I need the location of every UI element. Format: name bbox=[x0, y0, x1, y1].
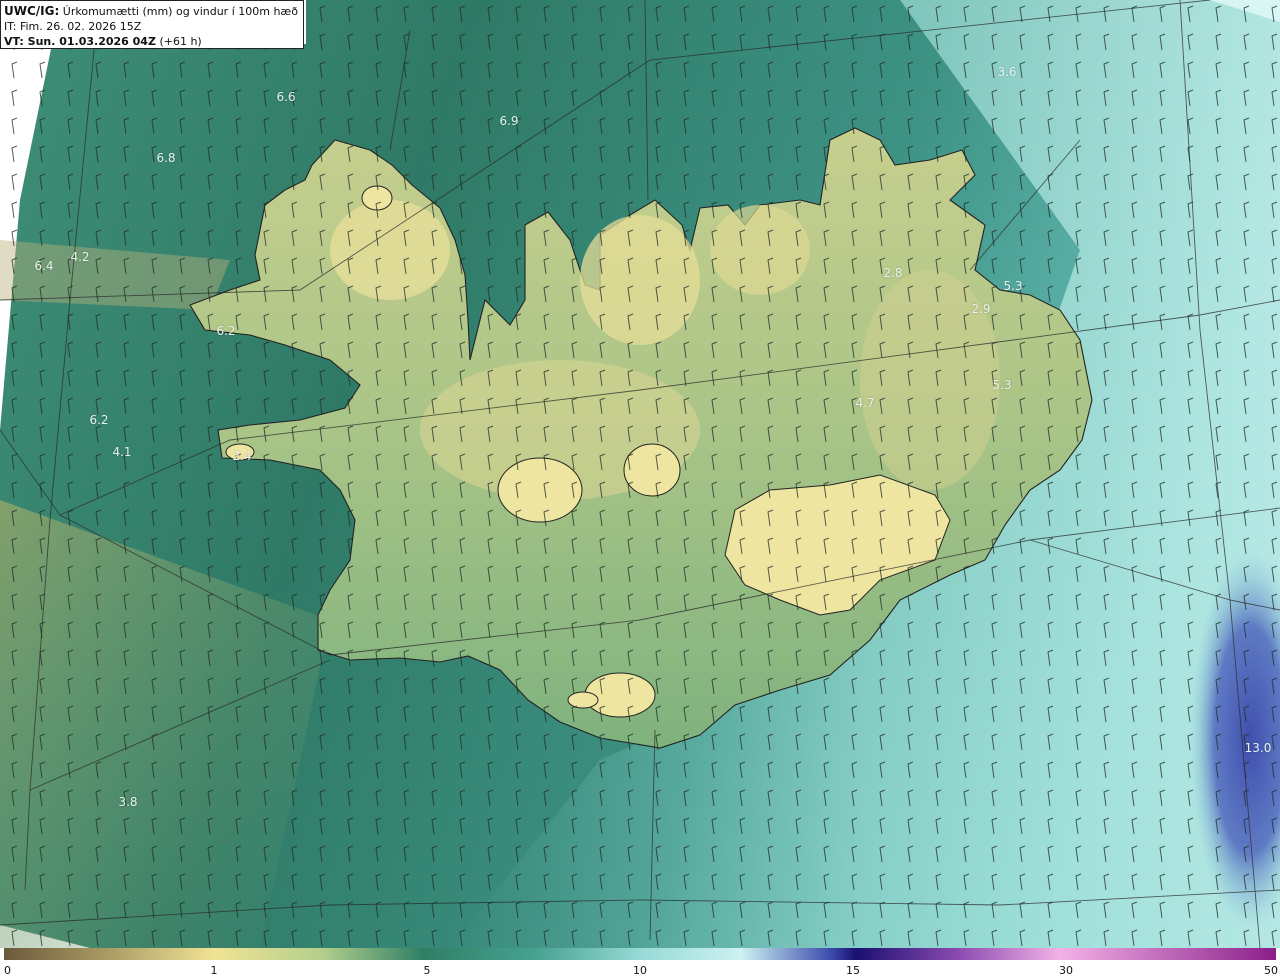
value-label: 3.8 bbox=[118, 795, 138, 809]
value-label: 13.0 bbox=[1244, 741, 1272, 755]
value-label: 4.1 bbox=[112, 445, 132, 459]
colorbar-strip bbox=[4, 948, 1276, 960]
value-label: 6.6 bbox=[276, 90, 296, 104]
value-label: 5.3 bbox=[992, 378, 1012, 392]
colorbar-tick: 5 bbox=[423, 964, 431, 977]
colorbar-tick: 0 bbox=[4, 964, 11, 977]
value-label: 3.6 bbox=[997, 65, 1017, 79]
precipitation-wind-map bbox=[0, 0, 1280, 948]
colorbar-tick: 30 bbox=[1059, 964, 1073, 977]
colorbar-tick: 15 bbox=[846, 964, 860, 977]
value-label: 6.4 bbox=[34, 259, 54, 273]
map-header: UWC/IG: Úrkomumætti (mm) og vindur í 100… bbox=[0, 0, 304, 49]
value-label: 4.2 bbox=[70, 250, 90, 264]
valid-time: VT: Sun. 01.03.2026 04Z bbox=[4, 35, 156, 48]
lead-time: (+61 h) bbox=[159, 35, 202, 48]
colorbar-tick: 1 bbox=[210, 964, 218, 977]
value-label: 4.7 bbox=[855, 396, 875, 410]
value-label: 6.8 bbox=[156, 151, 176, 165]
header-title-line: UWC/IG: Úrkomumætti (mm) og vindur í 100… bbox=[4, 4, 300, 19]
value-label: 6.2 bbox=[89, 413, 109, 427]
value-label: 6.2 bbox=[216, 324, 236, 338]
value-label: 2.4 bbox=[232, 449, 252, 463]
map-title: Úrkomumætti (mm) og vindur í 100m hæð bbox=[62, 5, 298, 18]
model-name: UWC/IG: bbox=[4, 4, 60, 18]
valid-time-line: VT: Sun. 01.03.2026 04Z (+61 h) bbox=[4, 34, 300, 49]
colorbar-tick: 50 bbox=[1264, 964, 1278, 977]
colorbar-legend: 0 1 5 10 15 30 50 bbox=[0, 948, 1280, 978]
value-label: 6.9 bbox=[499, 114, 519, 128]
value-label: 2.8 bbox=[883, 266, 903, 280]
value-label: 5.3 bbox=[1003, 279, 1023, 293]
value-label: 2.9 bbox=[971, 302, 991, 316]
initial-time: IT: Fim. 26. 02. 2026 15Z bbox=[4, 20, 142, 33]
colorbar-tick: 10 bbox=[633, 964, 647, 977]
wind-barbs bbox=[0, 0, 1280, 948]
